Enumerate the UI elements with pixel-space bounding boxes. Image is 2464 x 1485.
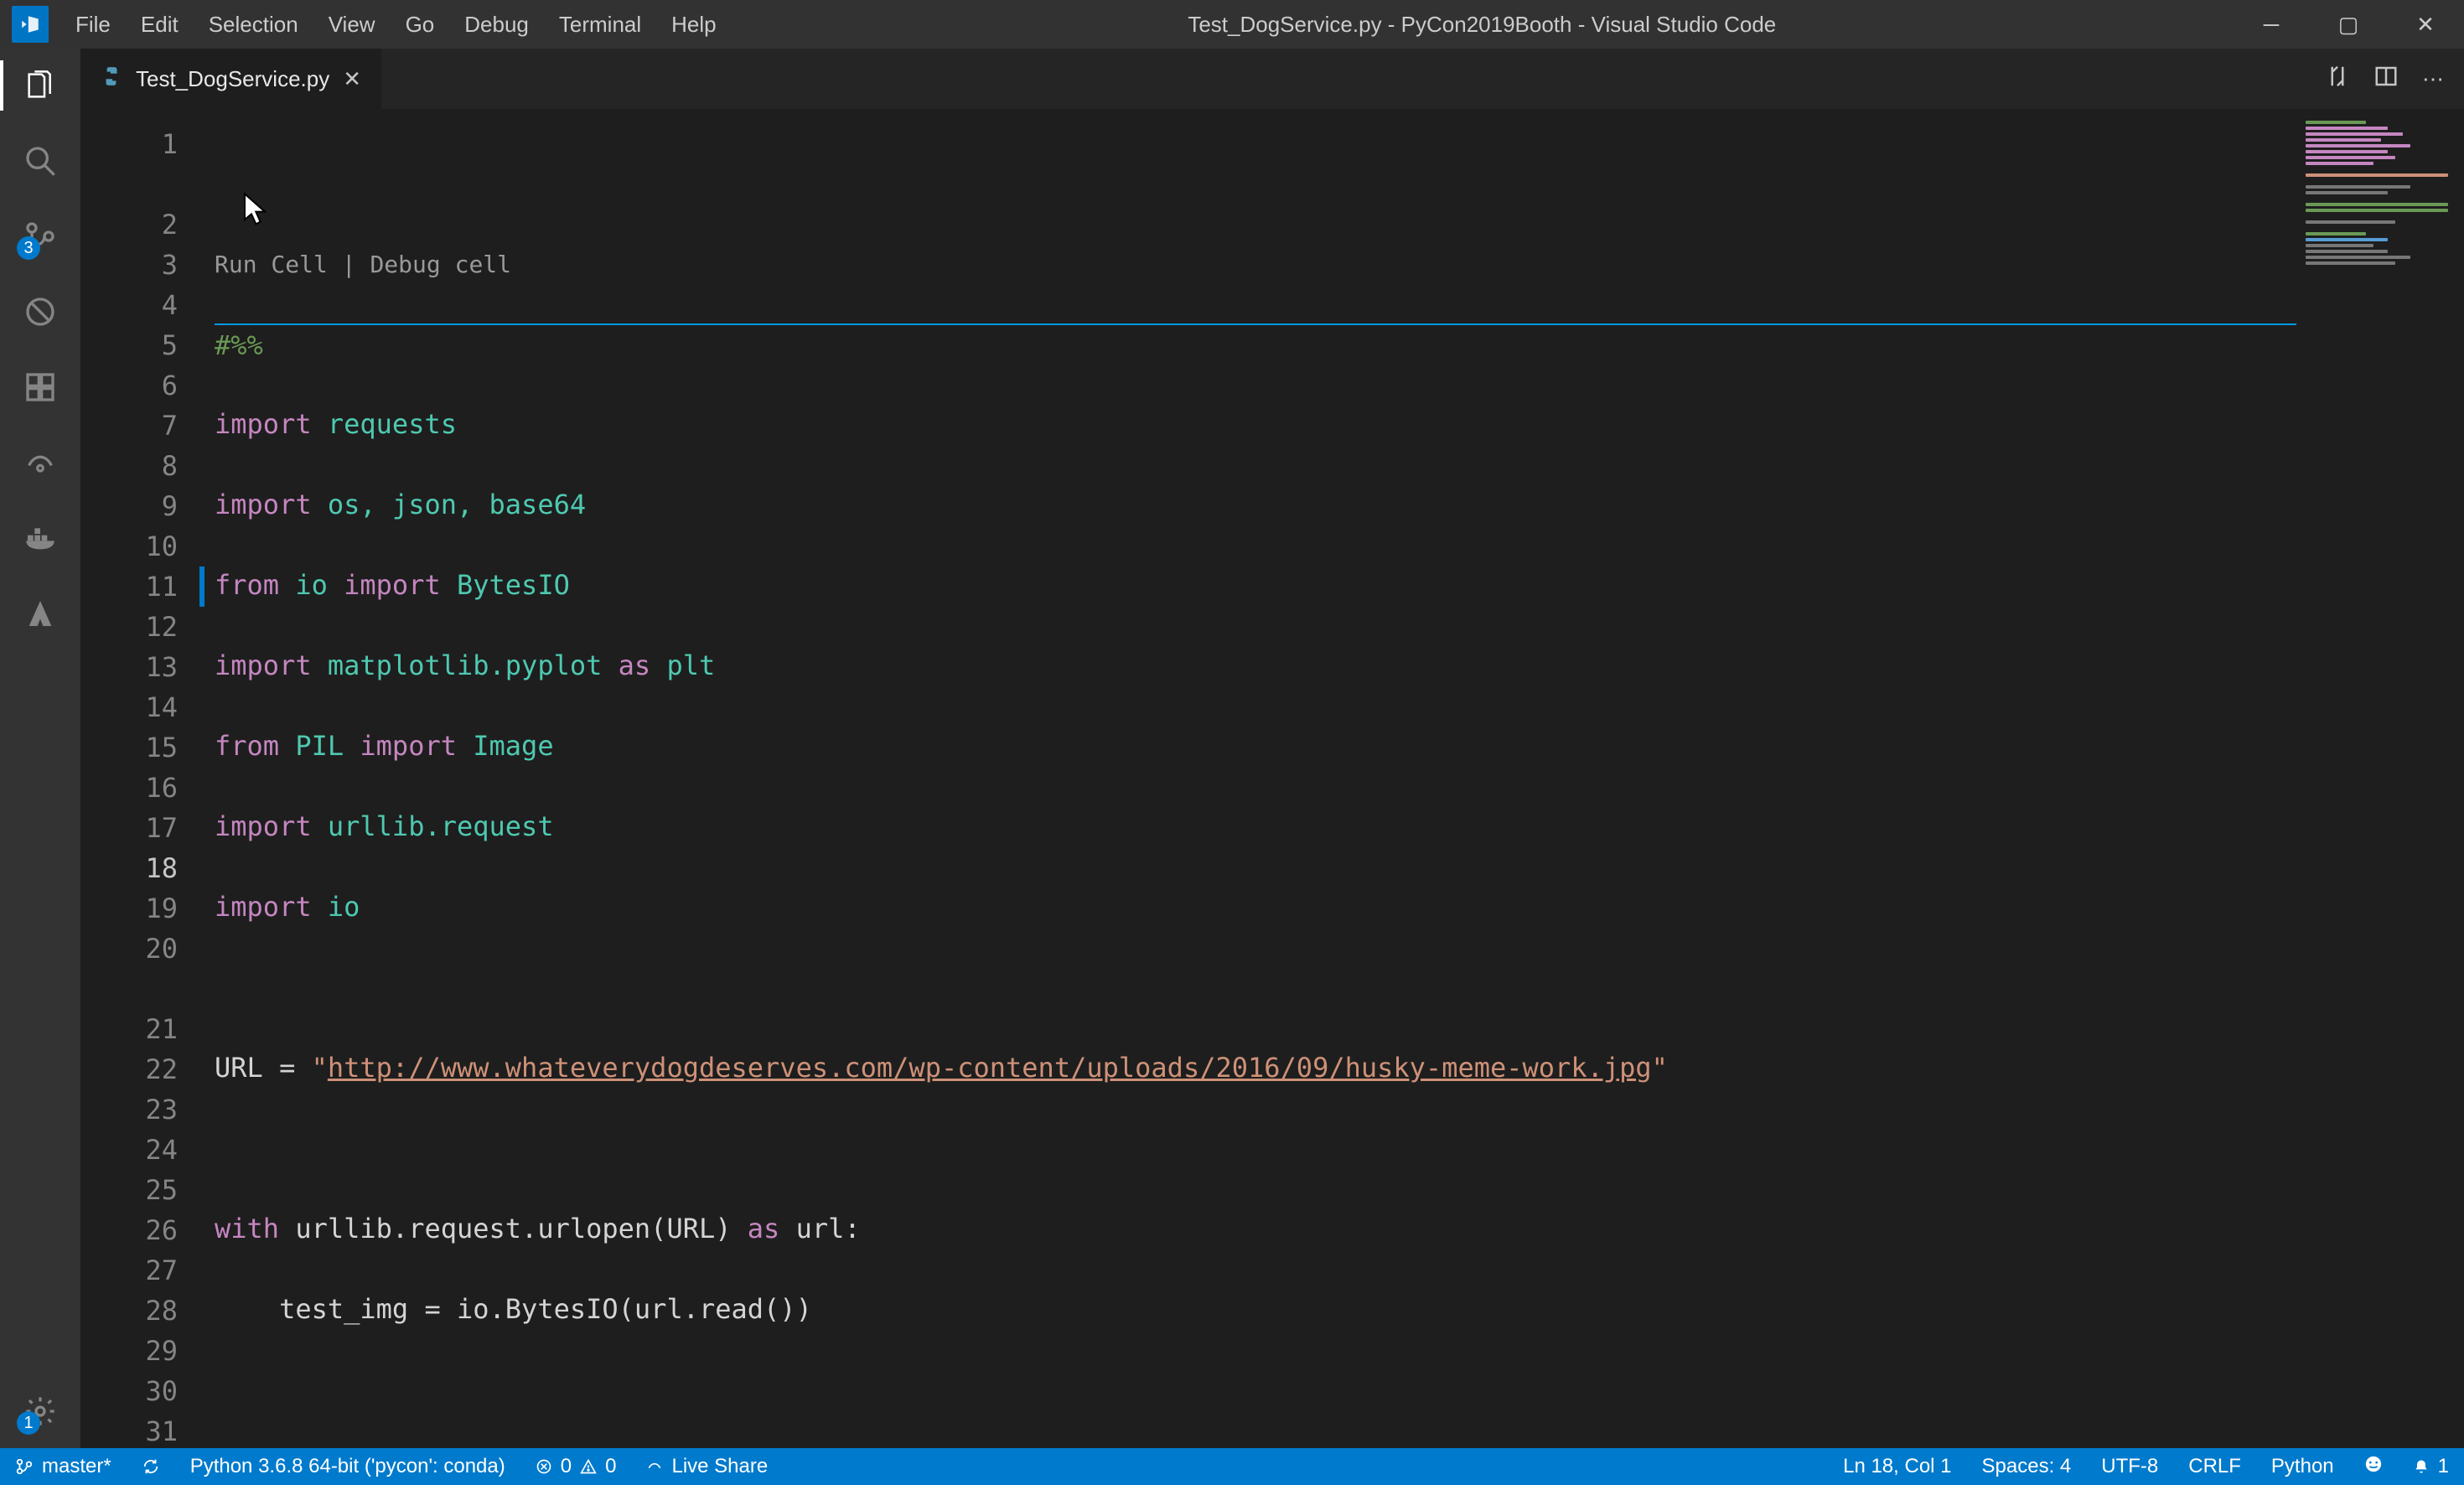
- liveshare-icon[interactable]: [20, 442, 60, 483]
- python-file-icon: [101, 65, 122, 93]
- tab-bar: Test_DogService.py ✕ ⋯: [80, 49, 2464, 109]
- compare-changes-icon[interactable]: [2325, 64, 2350, 95]
- menu-bar: File Edit Selection View Go Debug Termin…: [60, 0, 732, 49]
- azure-icon[interactable]: [20, 593, 60, 634]
- status-branch[interactable]: master*: [0, 1448, 127, 1485]
- menu-selection[interactable]: Selection: [194, 0, 313, 49]
- search-icon[interactable]: [20, 141, 60, 181]
- docker-icon[interactable]: [20, 518, 60, 558]
- explorer-icon[interactable]: [20, 65, 60, 106]
- status-liveshare[interactable]: Live Share: [631, 1448, 783, 1485]
- menu-view[interactable]: View: [313, 0, 391, 49]
- source-control-icon[interactable]: 3: [20, 216, 60, 256]
- split-editor-icon[interactable]: [2373, 64, 2399, 95]
- codelens-debug-cell[interactable]: Debug cell: [370, 251, 511, 278]
- tab-close-icon[interactable]: ✕: [343, 66, 361, 92]
- menu-file[interactable]: File: [60, 0, 126, 49]
- line-number-gutter: 1 2 3 4 5 6 7 8 9 10 11 12 13 14 15 16 1…: [80, 109, 215, 1448]
- menu-edit[interactable]: Edit: [126, 0, 194, 49]
- menu-debug[interactable]: Debug: [449, 0, 544, 49]
- status-encoding[interactable]: UTF-8: [2086, 1455, 2173, 1478]
- status-indentation[interactable]: Spaces: 4: [1967, 1455, 2087, 1478]
- code-line: #%%: [215, 329, 263, 361]
- tab-test-dogservice[interactable]: Test_DogService.py ✕: [80, 49, 382, 109]
- minimize-button[interactable]: ─: [2233, 0, 2310, 49]
- status-cursor-position[interactable]: Ln 18, Col 1: [1828, 1455, 1966, 1478]
- vscode-icon: [12, 6, 49, 43]
- extensions-icon[interactable]: [20, 367, 60, 407]
- scm-badge: 3: [17, 236, 40, 260]
- status-eol[interactable]: CRLF: [2173, 1455, 2256, 1478]
- window-controls: ─ ▢ ✕: [2233, 0, 2464, 49]
- code-editor[interactable]: Run Cell | Debug cell #%% import request…: [215, 109, 2464, 1448]
- editor-area: Test_DogService.py ✕ ⋯ 1 2 3 4 5: [80, 49, 2464, 1448]
- minimap[interactable]: [2296, 109, 2464, 1448]
- status-language[interactable]: Python: [2256, 1455, 2349, 1478]
- menu-terminal[interactable]: Terminal: [544, 0, 656, 49]
- settings-badge: 1: [17, 1411, 40, 1435]
- title-bar: File Edit Selection View Go Debug Termin…: [0, 0, 2464, 49]
- close-button[interactable]: ✕: [2387, 0, 2464, 49]
- maximize-button[interactable]: ▢: [2310, 0, 2387, 49]
- window-title: Test_DogService.py - PyCon2019Booth - Vi…: [732, 12, 2233, 38]
- status-bar: master* Python 3.6.8 64-bit ('pycon': co…: [0, 1448, 2464, 1485]
- status-feedback-icon[interactable]: [2349, 1455, 2398, 1473]
- debug-icon[interactable]: [20, 292, 60, 332]
- status-notifications[interactable]: 1: [2398, 1455, 2464, 1478]
- status-sync[interactable]: [127, 1448, 175, 1485]
- menu-go[interactable]: Go: [391, 0, 450, 49]
- more-actions-icon[interactable]: ⋯: [2422, 66, 2444, 92]
- codelens-run-cell[interactable]: Run Cell: [215, 251, 328, 278]
- settings-icon[interactable]: 1: [20, 1391, 60, 1431]
- status-python[interactable]: Python 3.6.8 64-bit ('pycon': conda): [175, 1448, 520, 1485]
- tab-label: Test_DogService.py: [136, 66, 329, 92]
- status-problems[interactable]: 0 0: [520, 1448, 632, 1485]
- menu-help[interactable]: Help: [656, 0, 731, 49]
- activity-bar: 3 1: [0, 49, 80, 1448]
